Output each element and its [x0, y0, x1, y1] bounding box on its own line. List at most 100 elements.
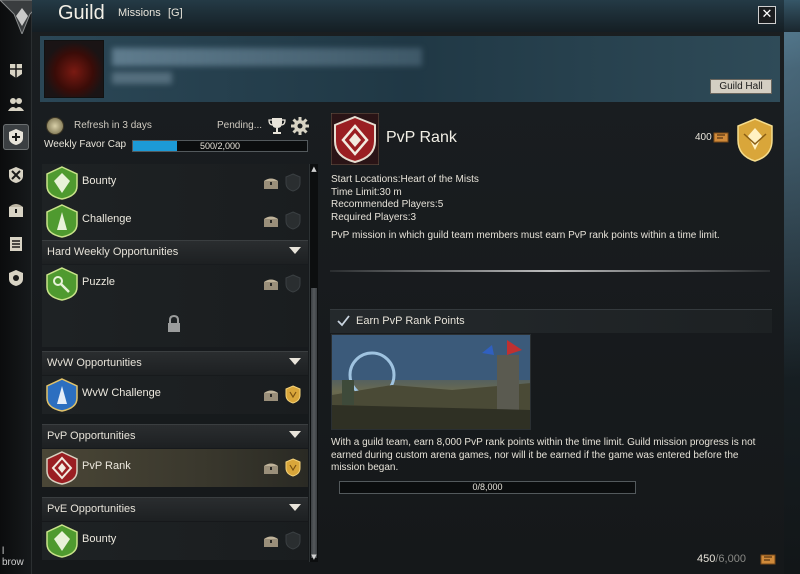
mission-row-puzzle[interactable]: Puzzle — [42, 265, 308, 303]
objective-progress-text: 0/8,000 — [472, 482, 503, 492]
collapse-arrow-icon[interactable] — [289, 431, 301, 438]
challenge-icon — [46, 204, 78, 238]
gear-icon[interactable] — [291, 117, 309, 135]
refresh-timer-icon — [46, 117, 64, 135]
section-title: Hard Weekly Opportunities — [47, 246, 179, 258]
empty-reward-slot-icon — [285, 531, 301, 550]
chest-icon — [264, 536, 278, 547]
section-pve[interactable]: PvE Opportunities — [42, 497, 308, 521]
pending-status: Pending... — [217, 120, 263, 131]
pvp-rank-large-icon — [331, 113, 379, 165]
objective-description: With a guild team, earn 8,000 PvP rank p… — [331, 437, 756, 473]
tab-guild-roster[interactable] — [3, 91, 29, 117]
list-icon — [10, 237, 22, 251]
bounty-icon — [46, 524, 78, 558]
collapse-arrow-icon[interactable] — [289, 247, 301, 254]
locked-mission-slot — [42, 303, 308, 347]
pvp-rank-icon — [46, 451, 78, 485]
missions-icon — [9, 129, 23, 145]
section-title: WvW Opportunities — [47, 357, 142, 369]
window-title: Guild — [58, 2, 105, 24]
mission-row-challenge[interactable]: Challenge — [42, 202, 308, 240]
guild-name-redacted — [112, 48, 422, 66]
tab-guild-upgrades[interactable] — [3, 162, 29, 188]
mission-list: Bounty Challenge Hard Weekly Opportuniti… — [42, 164, 308, 562]
collapse-arrow-icon[interactable] — [289, 504, 301, 511]
section-hard-weekly[interactable]: Hard Weekly Opportunities — [42, 240, 308, 264]
guild-tab-strip: l brow — [0, 0, 44, 574]
tab-guild-storage[interactable] — [3, 197, 29, 223]
chest-icon — [264, 463, 278, 474]
mission-info: Start Locations:Heart of the Mists Time … — [331, 174, 771, 224]
scroll-up-arrow-icon[interactable]: ▲ — [310, 164, 318, 174]
mission-row-bounty-pve[interactable]: Bounty — [42, 522, 308, 560]
empty-reward-slot-icon — [285, 211, 301, 230]
guild-hall-button[interactable]: Guild Hall — [710, 79, 772, 94]
mission-detail-title: PvP Rank — [386, 129, 457, 146]
objective-title: Earn PvP Rank Points — [356, 315, 465, 327]
tab-guild-options[interactable] — [3, 265, 29, 291]
section-title: PvP Opportunities — [47, 430, 136, 442]
banner-icon — [10, 64, 22, 78]
crossed-swords-icon — [9, 167, 23, 183]
collapse-arrow-icon[interactable] — [289, 358, 301, 365]
section-divider — [330, 270, 770, 272]
chest-icon — [264, 178, 278, 189]
section-title: PvE Opportunities — [47, 503, 136, 515]
mission-row-bounty[interactable]: Bounty — [42, 164, 308, 202]
tab-guild-missions[interactable] — [3, 124, 29, 150]
guild-subtitle-redacted — [112, 72, 172, 84]
required-players: Required Players:3 — [331, 211, 417, 223]
mission-row-pvp-rank[interactable]: PvP Rank — [42, 449, 308, 487]
refresh-text: Refresh in 3 days — [74, 120, 152, 131]
chest-icon — [264, 279, 278, 290]
favor-total-cap: /6,000 — [715, 553, 746, 565]
scroll-down-arrow-icon[interactable]: ▼ — [310, 552, 318, 562]
tab-guild-log[interactable] — [3, 231, 29, 257]
objective-progress-bar: 0/8,000 — [339, 481, 636, 494]
favor-progress-text: 500/2,000 — [199, 141, 241, 151]
objective-header[interactable]: Earn PvP Rank Points — [330, 309, 772, 333]
mission-label: WvW Challenge — [82, 387, 161, 399]
chest-icon — [264, 390, 278, 401]
favor-total: 450/6,000 — [697, 553, 746, 565]
mission-label: Challenge — [82, 213, 132, 225]
trophy-icon[interactable] — [268, 116, 286, 136]
gold-reward-slot-icon — [285, 458, 301, 477]
empty-reward-slot-icon — [285, 274, 301, 293]
mission-label: Bounty — [82, 175, 117, 187]
gold-reward-badge-icon — [737, 118, 773, 162]
mission-row-wvw-challenge[interactable]: WvW Challenge — [42, 376, 308, 414]
section-wvw[interactable]: WvW Opportunities — [42, 351, 308, 375]
mission-label: PvP Rank — [82, 460, 131, 472]
guild-favor-ticket-icon — [713, 132, 729, 143]
recommended-players: Recommended Players:5 — [331, 199, 444, 210]
mission-preview-image — [331, 334, 531, 430]
window-subtitle: Missions — [118, 7, 161, 19]
section-pvp[interactable]: PvP Opportunities — [42, 424, 308, 448]
scroll-thumb[interactable] — [311, 288, 317, 558]
guild-header-band — [40, 36, 780, 102]
checkmark-icon — [337, 315, 350, 327]
weekly-favor-progress-bar: 500/2,000 — [132, 140, 308, 152]
mission-label: Puzzle — [82, 276, 116, 288]
gold-reward-slot-icon — [285, 385, 301, 404]
favor-total-value: 450 — [697, 553, 716, 565]
mission-description: PvP mission in which guild team members … — [331, 230, 720, 241]
lock-icon — [168, 315, 180, 332]
close-button[interactable]: ✕ — [758, 6, 776, 24]
guild-favor-ticket-icon — [760, 554, 776, 565]
guild-emblem — [44, 40, 104, 98]
tab-guild-overview[interactable] — [3, 58, 29, 84]
members-icon — [8, 98, 24, 111]
background-chat-text: l brow — [2, 546, 24, 568]
guild-tag: [G] — [168, 7, 183, 19]
reward-amount: 400 — [695, 132, 712, 143]
shield-icon — [9, 270, 23, 286]
weekly-favor-cap-label: Weekly Favor Cap — [44, 139, 127, 150]
bounty-icon — [46, 166, 78, 200]
mission-label: Bounty — [82, 533, 117, 545]
treasure-chest-icon — [9, 204, 23, 217]
start-location: Start Locations:Heart of the Mists — [331, 174, 479, 185]
mission-list-scrollbar[interactable]: ▲ ▼ — [309, 164, 318, 562]
